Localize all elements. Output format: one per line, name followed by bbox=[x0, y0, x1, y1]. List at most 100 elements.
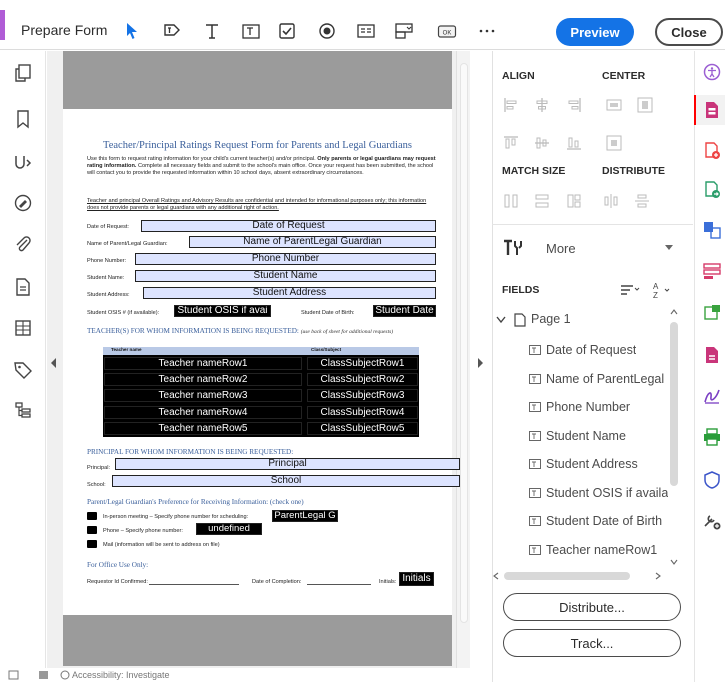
distribute-vertical-icon[interactable] bbox=[634, 193, 650, 209]
field-list-item[interactable]: Student Date of Birth bbox=[546, 507, 662, 535]
create-pdf-icon[interactable] bbox=[703, 142, 721, 160]
accessibility-status-icon[interactable] bbox=[60, 670, 70, 680]
edit-pdf-icon[interactable] bbox=[703, 304, 721, 322]
organize-pages-icon[interactable] bbox=[703, 262, 721, 280]
field-list-scrollbar[interactable] bbox=[666, 308, 682, 570]
attach-sign-icon[interactable] bbox=[11, 149, 35, 173]
tag-icon[interactable] bbox=[11, 358, 35, 382]
match-width-icon[interactable] bbox=[503, 193, 519, 209]
more-icon[interactable] bbox=[476, 20, 498, 42]
document-scrollbar[interactable] bbox=[456, 51, 470, 668]
parent-name-field[interactable]: Name of ParentLegal Guardian bbox=[189, 236, 436, 248]
checkbox-icon[interactable] bbox=[276, 20, 298, 42]
print-production-icon[interactable] bbox=[703, 428, 721, 446]
field-list-item[interactable]: Student Address bbox=[546, 450, 638, 478]
text-edit-icon[interactable] bbox=[161, 20, 183, 42]
text-field-icon[interactable] bbox=[240, 20, 262, 42]
structure-icon[interactable] bbox=[11, 398, 35, 422]
accessibility-status-text[interactable]: Accessibility: Investigate bbox=[72, 670, 170, 680]
sort-fields-icon[interactable] bbox=[620, 283, 640, 297]
document-scroll-thumb[interactable] bbox=[460, 63, 468, 623]
teacher-name-row-4[interactable]: Teacher nameRow4 bbox=[104, 406, 302, 419]
inperson-checkbox[interactable] bbox=[87, 512, 97, 520]
field-list-scroll-thumb[interactable] bbox=[670, 322, 678, 486]
more-tools-icon[interactable] bbox=[703, 512, 721, 530]
ok-button-icon[interactable]: OK bbox=[436, 20, 458, 42]
sort-alphabetical-icon[interactable]: AZ bbox=[652, 281, 672, 299]
class-subject-row-5[interactable]: ClassSubjectRow5 bbox=[307, 422, 418, 435]
dropdown-icon[interactable] bbox=[393, 20, 415, 42]
field-list-hscrollbar[interactable] bbox=[492, 570, 668, 582]
close-button[interactable]: Close bbox=[655, 18, 723, 46]
accessibility-icon[interactable] bbox=[703, 63, 721, 81]
collapse-left-panel-icon[interactable] bbox=[49, 357, 59, 369]
phone-pref-field[interactable]: undefined bbox=[196, 523, 262, 535]
layers-icon[interactable] bbox=[11, 316, 35, 340]
page-collapse-chevron-icon[interactable] bbox=[496, 316, 506, 324]
scroll-up-icon[interactable] bbox=[670, 308, 678, 316]
center-both-icon[interactable] bbox=[606, 135, 622, 151]
field-list-hscroll-thumb[interactable] bbox=[504, 572, 630, 580]
fill-sign-icon[interactable] bbox=[703, 387, 721, 405]
class-subject-row-1[interactable]: ClassSubjectRow1 bbox=[307, 357, 418, 370]
preview-button[interactable]: Preview bbox=[556, 18, 634, 46]
class-subject-row-3[interactable]: ClassSubjectRow3 bbox=[307, 389, 418, 402]
page-1-node[interactable]: Page 1 bbox=[531, 312, 571, 326]
field-list-item[interactable]: Name of ParentLegal G bbox=[546, 365, 668, 393]
student-osis-field[interactable]: Student OSIS if avai bbox=[174, 305, 271, 317]
inperson-phone-field[interactable]: ParentLegal G bbox=[272, 510, 338, 522]
paperclip-icon[interactable] bbox=[11, 232, 35, 256]
date-of-request-field[interactable]: Date of Request bbox=[141, 220, 436, 232]
align-right-icon[interactable] bbox=[566, 97, 582, 113]
teacher-name-row-1[interactable]: Teacher nameRow1 bbox=[104, 357, 302, 370]
align-bottom-icon[interactable] bbox=[566, 135, 582, 151]
match-height-icon[interactable] bbox=[534, 193, 550, 209]
prepare-form-tool-icon[interactable] bbox=[703, 101, 721, 119]
radio-button-icon[interactable] bbox=[316, 20, 338, 42]
class-subject-row-4[interactable]: ClassSubjectRow4 bbox=[307, 406, 418, 419]
track-button[interactable]: Track... bbox=[503, 629, 681, 657]
school-field[interactable]: School bbox=[112, 475, 460, 487]
page-icon[interactable] bbox=[11, 275, 35, 299]
phone-checkbox[interactable] bbox=[87, 526, 97, 534]
select-pointer-icon[interactable] bbox=[121, 20, 143, 42]
principal-field[interactable]: Principal bbox=[115, 458, 460, 470]
view-mode-icon[interactable] bbox=[38, 670, 49, 680]
bookmark-icon[interactable] bbox=[11, 107, 35, 131]
field-list-item[interactable]: Student OSIS if availal bbox=[546, 479, 668, 507]
field-list-item[interactable]: Phone Number bbox=[546, 393, 630, 421]
match-both-icon[interactable] bbox=[566, 193, 582, 209]
center-vertical-icon[interactable] bbox=[637, 97, 653, 113]
phone-number-field[interactable]: Phone Number bbox=[135, 253, 436, 265]
center-horizontal-icon[interactable] bbox=[606, 97, 622, 113]
student-name-field[interactable]: Student Name bbox=[135, 270, 436, 282]
distribute-horizontal-icon[interactable] bbox=[603, 193, 619, 209]
initials-field[interactable]: Initials bbox=[399, 572, 434, 586]
student-address-field[interactable]: Student Address bbox=[143, 287, 436, 299]
class-subject-row-2[interactable]: ClassSubjectRow2 bbox=[307, 373, 418, 386]
list-box-icon[interactable] bbox=[355, 20, 377, 42]
scroll-down-icon[interactable] bbox=[670, 558, 678, 566]
protect-icon[interactable] bbox=[703, 471, 721, 489]
more-dropdown-label[interactable]: More bbox=[546, 241, 576, 256]
tools-more-icon[interactable] bbox=[502, 238, 524, 258]
export-pdf-icon[interactable] bbox=[703, 181, 721, 199]
edit-icon[interactable] bbox=[11, 191, 35, 215]
teacher-name-row-3[interactable]: Teacher nameRow3 bbox=[104, 389, 302, 402]
align-middle-icon[interactable] bbox=[534, 135, 550, 151]
field-list-item[interactable]: Date of Request bbox=[546, 336, 636, 364]
text-icon[interactable] bbox=[201, 20, 223, 42]
scroll-left-icon[interactable] bbox=[492, 572, 500, 580]
align-left-icon[interactable] bbox=[503, 97, 519, 113]
request-signature-icon[interactable] bbox=[703, 346, 721, 364]
more-chevron-down-icon[interactable] bbox=[665, 245, 673, 251]
collapse-right-panel-icon[interactable] bbox=[475, 357, 485, 369]
field-list-item[interactable]: Student Name bbox=[546, 422, 626, 450]
field-list-item[interactable]: Teacher nameRow1 bbox=[546, 536, 657, 564]
scroll-right-icon[interactable] bbox=[654, 572, 662, 580]
student-dob-field[interactable]: Student Date bbox=[373, 305, 436, 317]
distribute-button[interactable]: Distribute... bbox=[503, 593, 681, 621]
align-top-icon[interactable] bbox=[503, 135, 519, 151]
teacher-name-row-2[interactable]: Teacher nameRow2 bbox=[104, 373, 302, 386]
combine-files-icon[interactable] bbox=[703, 221, 721, 239]
